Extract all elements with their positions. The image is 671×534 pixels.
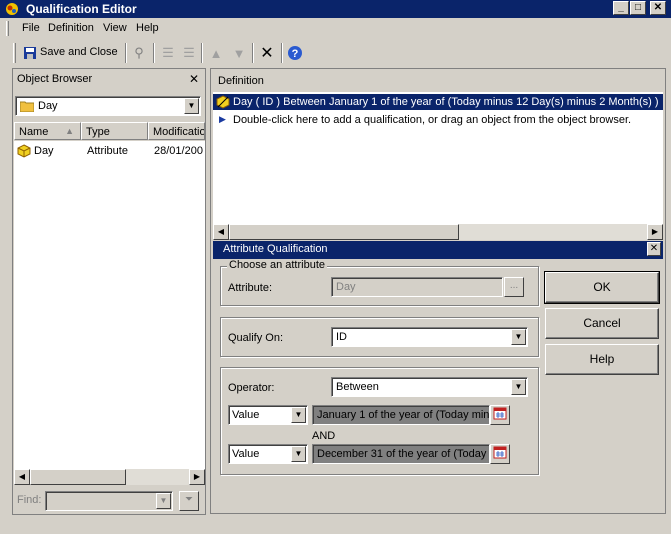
sort-ascending-icon: ▲ — [65, 126, 74, 136]
value1-field[interactable]: January 1 of the year of (Today minus 12… — [312, 405, 490, 425]
choose-attribute-label: Choose an attribute — [227, 259, 328, 271]
chevron-down-icon[interactable]: ▼ — [291, 407, 306, 423]
value2-field[interactable]: December 31 of the year of (Today plus 1… — [312, 444, 490, 464]
qualify-on-value: ID — [336, 331, 347, 343]
operator-label: Operator: — [228, 382, 275, 394]
choose-attribute-group: Choose an attribute Attribute: Day ... — [220, 259, 539, 306]
browse-button[interactable]: ... — [504, 277, 524, 297]
column-header-type[interactable]: Type — [81, 122, 148, 140]
column-modification-label: Modificatio — [153, 126, 205, 138]
close-icon[interactable]: ✕ — [189, 72, 199, 86]
svg-text:?: ? — [292, 48, 299, 60]
attribute-label: Attribute: — [228, 282, 273, 294]
chevron-down-icon[interactable]: ▼ — [511, 329, 526, 345]
operator-value: Between — [336, 381, 379, 393]
scroll-left-icon[interactable]: ◀ — [14, 469, 30, 485]
window-title: Qualification Editor — [26, 2, 137, 16]
find-label: Find: — [17, 494, 42, 506]
calendar-icon[interactable] — [490, 405, 510, 425]
value1-type-select[interactable]: Value ▼ — [228, 405, 308, 425]
object-browser-title: Object Browser — [17, 73, 93, 85]
folder-value: Day — [38, 100, 58, 112]
menu-view[interactable]: View — [103, 22, 127, 34]
outdent-icon[interactable]: ☰ — [180, 44, 198, 62]
scroll-left-icon[interactable]: ◀ — [213, 224, 229, 240]
definition-header: Definition — [218, 75, 264, 87]
object-browser-panel: Object Browser ✕ Day ▼ Name ▲ Type Modif… — [12, 68, 206, 515]
toolbar: Save and Close ⚲ ☰ ☰ ▲ ▼ ✕ ? — [0, 38, 671, 68]
row-modified: 28/01/200 — [154, 145, 203, 157]
object-list[interactable]: Day Attribute 28/01/200 — [14, 141, 205, 469]
indent-icon[interactable]: ☰ — [159, 44, 177, 62]
attribute-icon — [17, 144, 31, 158]
menu-help[interactable]: Help — [136, 22, 159, 34]
save-icon[interactable] — [21, 44, 39, 62]
move-down-icon[interactable]: ▼ — [230, 44, 248, 62]
attribute-qualification-title: Attribute Qualification — [223, 243, 328, 255]
scroll-thumb[interactable] — [229, 224, 459, 240]
definition-row-selected[interactable]: Day ( ID ) Between January 1 of the year… — [213, 94, 663, 110]
value1-type: Value — [232, 409, 260, 421]
qualification-icon — [216, 95, 230, 109]
and-label: AND — [312, 430, 336, 442]
row-name: Day — [34, 145, 54, 157]
move-up-icon[interactable]: ▲ — [207, 44, 225, 62]
filter-icon[interactable]: ⏷ — [179, 491, 199, 511]
find-combo[interactable]: ▼ — [45, 491, 173, 511]
value2-type: Value — [232, 448, 260, 460]
scroll-right-icon[interactable]: ▶ — [647, 224, 663, 240]
attribute-field: Day — [331, 277, 503, 297]
chevron-down-icon[interactable]: ▼ — [184, 98, 199, 114]
app-icon — [6, 3, 18, 15]
menu-definition[interactable]: Definition — [48, 22, 94, 34]
calendar-icon[interactable] — [490, 444, 510, 464]
definition-row-add[interactable]: ▶ Double-click here to add a qualificati… — [213, 112, 663, 128]
menu-file[interactable]: File — [22, 22, 40, 34]
arrow-right-icon: ▶ — [219, 114, 226, 124]
definition-list[interactable]: Day ( ID ) Between January 1 of the year… — [213, 92, 663, 240]
cancel-button[interactable]: Cancel — [545, 308, 659, 339]
horizontal-scrollbar[interactable]: ◀ ▶ — [14, 469, 205, 485]
attribute-qualification-title-bar: Attribute Qualification ✕ — [213, 241, 663, 259]
maximize-button[interactable]: □ — [630, 1, 646, 15]
definition-hint: Double-click here to add a qualification… — [233, 114, 632, 126]
column-header-modification[interactable]: Modificatio — [148, 122, 205, 140]
qualify-on-label: Qualify On: — [228, 332, 284, 344]
definition-text: Day ( ID ) Between January 1 of the year… — [233, 96, 659, 108]
list-item[interactable]: Day Attribute 28/01/200 — [16, 144, 204, 160]
horizontal-scrollbar[interactable]: ◀ ▶ — [213, 224, 663, 240]
definition-panel: Definition Day ( ID ) Between January 1 … — [210, 68, 666, 514]
column-type-label: Type — [86, 126, 110, 138]
delete-icon[interactable]: ✕ — [258, 44, 276, 62]
scroll-thumb[interactable] — [30, 469, 126, 485]
help-icon[interactable]: ? — [286, 44, 304, 62]
close-icon[interactable]: ✕ — [647, 242, 661, 256]
operator-select[interactable]: Between ▼ — [331, 377, 528, 397]
save-close-button[interactable]: Save and Close — [40, 46, 118, 58]
chevron-down-icon[interactable]: ▼ — [291, 446, 306, 462]
row-type: Attribute — [87, 145, 128, 157]
column-header-name[interactable]: Name ▲ — [14, 122, 81, 140]
menu-bar: File Definition View Help — [0, 18, 671, 38]
scroll-right-icon[interactable]: ▶ — [189, 469, 205, 485]
menu-grip — [6, 21, 9, 36]
find-icon[interactable]: ⚲ — [130, 44, 148, 62]
operator-group: Operator: Between ▼ Value ▼ January 1 of… — [220, 367, 539, 475]
ok-button[interactable]: OK — [544, 271, 660, 304]
help-button[interactable]: Help — [545, 344, 659, 375]
value2-type-select[interactable]: Value ▼ — [228, 444, 308, 464]
minimize-button[interactable]: _ — [613, 1, 629, 15]
qualify-on-group: Qualify On: ID ▼ — [220, 317, 539, 357]
close-button[interactable]: ✕ — [650, 1, 666, 15]
column-name-label: Name — [19, 126, 49, 138]
folder-icon — [20, 101, 34, 112]
qualify-on-select[interactable]: ID ▼ — [331, 327, 528, 347]
folder-combo[interactable]: Day ▼ — [15, 96, 201, 116]
title-bar: Qualification Editor _ □ ✕ — [0, 0, 671, 18]
toolbar-grip — [13, 43, 16, 63]
chevron-down-icon[interactable]: ▼ — [156, 493, 171, 509]
chevron-down-icon[interactable]: ▼ — [511, 379, 526, 395]
